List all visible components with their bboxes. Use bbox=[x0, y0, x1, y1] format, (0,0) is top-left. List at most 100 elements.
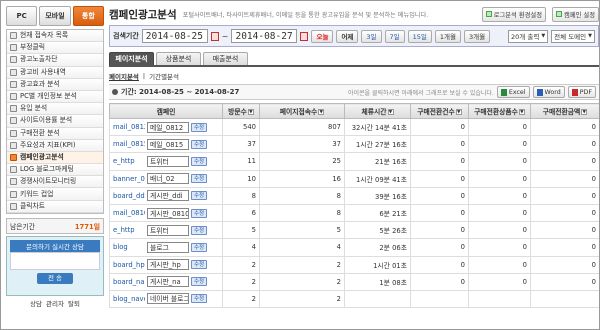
word-export-button[interactable]: Word bbox=[532, 86, 565, 98]
campaign-id-link[interactable]: e_http bbox=[113, 226, 145, 234]
sidebar-item-ad-block[interactable]: 광고노출차단 bbox=[7, 54, 103, 67]
tab-sales-analysis[interactable]: 매출분석 bbox=[203, 52, 248, 65]
3months-button[interactable]: 3개월 bbox=[464, 29, 491, 43]
campaign-name-field[interactable]: 네이버 블로그 bbox=[147, 293, 189, 305]
table-row: board_na 게시판_na 수정 2 2 1분 08초 0 0 0 bbox=[109, 272, 599, 291]
campaign-id-link[interactable]: board_hp bbox=[113, 261, 145, 269]
cell-pages: 2 bbox=[259, 289, 345, 309]
sidebar-item-keyword[interactable]: 키워드 컵업 bbox=[7, 188, 103, 201]
date-to-input[interactable]: 2014-08-27 bbox=[231, 29, 298, 43]
subtab-period[interactable]: 기간별분석 bbox=[149, 71, 179, 81]
edit-campaign-button[interactable]: 수정 bbox=[191, 260, 208, 270]
edit-campaign-button[interactable]: 수정 bbox=[191, 122, 208, 132]
tab-pc[interactable]: PC bbox=[6, 6, 38, 26]
campaign-id-link[interactable]: mail_0812 bbox=[113, 123, 145, 131]
tab-page-analysis[interactable]: 페이지분석 bbox=[109, 52, 154, 65]
col-stay[interactable]: 체류시간 ▼ bbox=[344, 103, 411, 119]
yesterday-button[interactable]: 어제 bbox=[336, 29, 359, 43]
sidebar-item-visitors[interactable]: 현재 접속자 목록 bbox=[7, 30, 103, 43]
campaign-name-field[interactable]: 게시판_ddi bbox=[147, 190, 189, 202]
cell-stay bbox=[344, 289, 411, 309]
edit-campaign-button[interactable]: 수정 bbox=[191, 208, 208, 218]
3days-button[interactable]: 3일 bbox=[361, 29, 382, 43]
edit-campaign-button[interactable]: 수정 bbox=[191, 294, 208, 304]
campaign-name-field[interactable]: 게시판_na bbox=[147, 276, 189, 288]
campaign-name-field[interactable]: 게시판_hp bbox=[147, 259, 189, 271]
campaign-id-link[interactable]: blog bbox=[113, 243, 145, 251]
campaign-name-field[interactable]: 배너_02 bbox=[147, 173, 189, 185]
col-visits[interactable]: 방문수 ▼ bbox=[222, 103, 260, 119]
col-pages[interactable]: 페이지접속수 ▼ bbox=[259, 103, 345, 119]
pdf-export-button[interactable]: PDF bbox=[567, 86, 596, 98]
sidebar-item-usage[interactable]: 사이트이용률 분석 bbox=[7, 115, 103, 128]
campaign-name-field[interactable]: 트위터 bbox=[147, 224, 189, 236]
edit-campaign-button[interactable]: 수정 bbox=[191, 191, 208, 201]
sidebar-item-inflow[interactable]: 유입 분석 bbox=[7, 103, 103, 116]
campaign-id-link[interactable]: board_na bbox=[113, 278, 145, 286]
sub-tabs: 페이지분석 | 기간별분석 bbox=[109, 71, 599, 81]
sidebar-item-ad-effect[interactable]: 광고효과 분석 bbox=[7, 78, 103, 91]
col-conversions[interactable]: 구매전환건수 ▼ bbox=[410, 103, 469, 119]
edit-campaign-button[interactable]: 수정 bbox=[191, 156, 208, 166]
edit-campaign-button[interactable]: 수정 bbox=[191, 225, 208, 235]
campaign-id-link[interactable]: board_ddi bbox=[113, 192, 145, 200]
sidebar-item-label: 구매전환 분석 bbox=[20, 128, 60, 137]
log-settings-button[interactable]: 로그분석 환경설정 bbox=[481, 6, 547, 22]
cell-campaign: mail_0810 게시판_0810 수정 bbox=[109, 203, 223, 223]
subtab-page[interactable]: 페이지분석 bbox=[109, 71, 139, 81]
tab-integrated[interactable]: 통합 bbox=[72, 6, 104, 26]
15days-button[interactable]: 15일 bbox=[407, 29, 432, 43]
campaign-settings-button[interactable]: 캠페인 설정 bbox=[552, 6, 599, 22]
campaign-name-field[interactable]: 게시판_0810 bbox=[147, 207, 189, 219]
campaign-name-field[interactable]: 메일_0812 bbox=[147, 121, 189, 133]
date-from-input[interactable]: 2014-08-25 bbox=[141, 29, 208, 43]
campaign-id-link[interactable]: mail_0815 bbox=[113, 140, 145, 148]
sidebar-item-blog-log[interactable]: LOG 블로그마케팅 bbox=[7, 164, 103, 177]
excel-export-button[interactable]: Excel bbox=[496, 86, 530, 98]
bullet-icon bbox=[112, 89, 118, 95]
chat-input[interactable] bbox=[10, 251, 100, 270]
link-withdraw[interactable]: 탈퇴 bbox=[68, 298, 80, 308]
domain-select[interactable]: 전체 도메인 ▼ bbox=[551, 29, 595, 43]
campaign-id-link[interactable]: blog_naver bbox=[113, 295, 145, 303]
sidebar-item-competitor[interactable]: 경쟁사이트모니터링 bbox=[7, 176, 103, 189]
sidebar-item-campaign[interactable]: 캠페인광고분석 bbox=[7, 151, 103, 165]
tab-product-analysis[interactable]: 상품분석 bbox=[156, 52, 201, 65]
col-conv-amount[interactable]: 구매전환금액 ▼ bbox=[530, 103, 599, 119]
chat-send-button[interactable]: 전 송 bbox=[37, 272, 73, 284]
1month-button[interactable]: 1개월 bbox=[434, 29, 462, 43]
rows-select[interactable]: 20개 출력 ▼ bbox=[508, 29, 549, 43]
cell-conversions: 0 bbox=[410, 186, 469, 205]
edit-campaign-button[interactable]: 수정 bbox=[191, 174, 208, 184]
chevron-down-icon: ▼ bbox=[588, 33, 592, 39]
edit-campaign-button[interactable]: 수정 bbox=[191, 139, 208, 149]
calendar-icon[interactable] bbox=[210, 31, 219, 41]
sidebar-item-fraud-click[interactable]: 부정클릭 bbox=[7, 42, 103, 55]
7days-button[interactable]: 7일 bbox=[384, 29, 405, 43]
sidebar-item-label: 광고효과 분석 bbox=[20, 79, 60, 88]
page-header: 캠페인광고분석 포털사이트배너, 타사이트제휴배너, 이메일 등을 통한 광고유… bbox=[109, 6, 599, 22]
campaign-cell: blog 블로그 수정 bbox=[113, 241, 219, 253]
campaign-id-link[interactable]: banner_02 bbox=[113, 175, 145, 183]
sidebar-item-label: 유입 분석 bbox=[20, 104, 48, 113]
sidebar-item-ad-cost[interactable]: 광고비 사용내역 bbox=[7, 66, 103, 79]
sidebar-item-kpi[interactable]: 주요성과 지표(KPI) bbox=[7, 139, 103, 152]
tab-mobile[interactable]: 모바일 bbox=[39, 6, 71, 26]
sidebar-item-click-chart[interactable]: 클릭차트 bbox=[7, 200, 103, 213]
main-content: 캠페인광고분석 포털사이트배너, 타사이트제휴배너, 이메일 등을 통한 광고유… bbox=[109, 6, 599, 328]
campaign-name-field[interactable]: 메일_0815 bbox=[147, 138, 189, 150]
sidebar-item-pc-privacy[interactable]: PC별 개인정보 분석 bbox=[7, 90, 103, 104]
link-admin[interactable]: 관리자 bbox=[46, 298, 64, 308]
campaign-name-field[interactable]: 트위터 bbox=[147, 155, 189, 167]
col-conv-items[interactable]: 구매전환상품수 ▼ bbox=[468, 103, 531, 119]
campaign-name-field[interactable]: 블로그 bbox=[147, 241, 189, 253]
edit-campaign-button[interactable]: 수정 bbox=[191, 277, 208, 287]
campaign-id-link[interactable]: e_http bbox=[113, 157, 145, 165]
campaign-id-link[interactable]: mail_0810 bbox=[113, 209, 145, 217]
campaign-table: 캠페인 방문수 ▼ 페이지접속수 ▼ 체류시간 ▼ 구매전환건수 ▼ 구매전환상품수 ▼ … bbox=[109, 103, 599, 309]
edit-campaign-button[interactable]: 수정 bbox=[191, 242, 208, 252]
today-button[interactable]: 오늘 bbox=[311, 29, 334, 43]
sidebar-item-conversion[interactable]: 구매전환 분석 bbox=[7, 127, 103, 140]
link-consult[interactable]: 상담 bbox=[30, 298, 42, 308]
calendar-icon[interactable] bbox=[300, 31, 309, 41]
